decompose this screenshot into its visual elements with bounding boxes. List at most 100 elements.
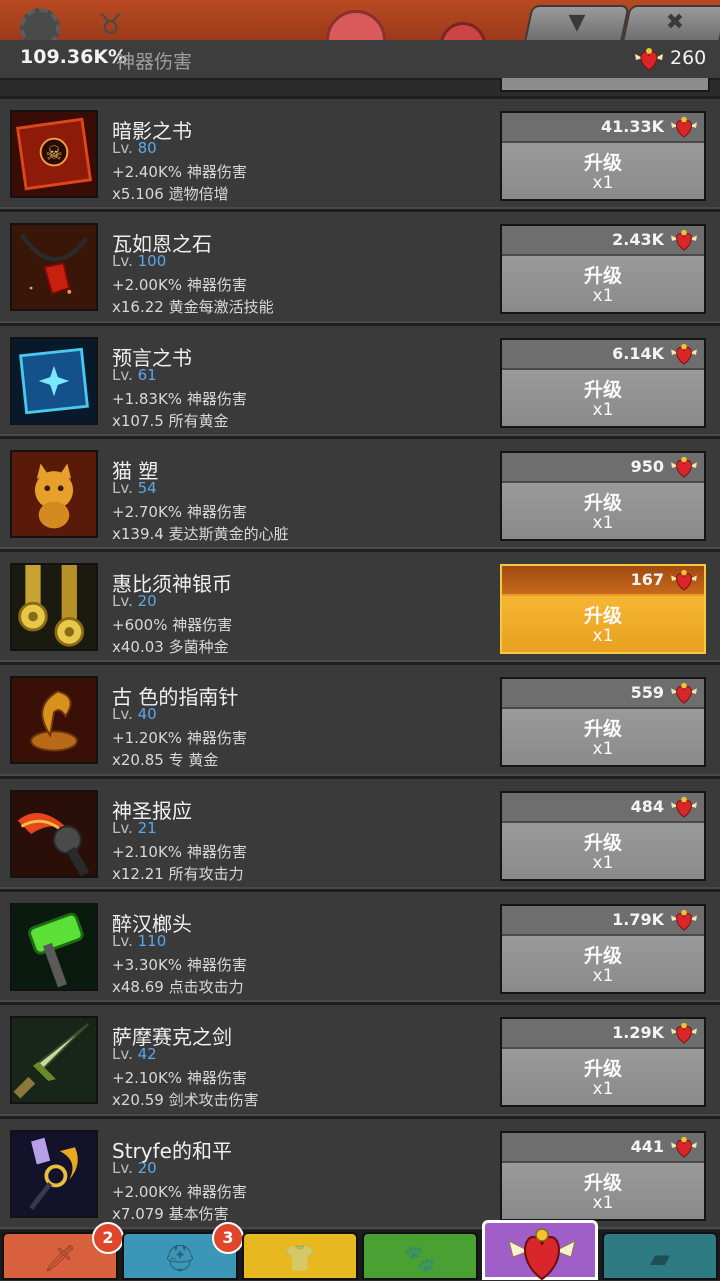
artifact-level: Lv. 61: [112, 366, 157, 384]
horned-helmet-icon[interactable]: ♉: [98, 10, 148, 40]
level-number: 80: [137, 139, 157, 157]
artifact-effect: x20.85 专 黄金: [112, 751, 219, 770]
upgrade-cost: 167: [502, 566, 704, 597]
artifact-row: 醉汉榔头 Lv. 110 +3.30K% 神器伤害 x48.69 点击攻击力 1…: [0, 889, 720, 1003]
upgrade-action: 升级 x1: [502, 369, 704, 426]
winged-heart-icon: [671, 796, 697, 818]
crystal-staff-icon[interactable]: [10, 1129, 98, 1218]
upgrade-label: 升级: [583, 1058, 622, 1081]
cat-statue-icon[interactable]: [10, 449, 98, 538]
upgrade-action: 升级 x1: [502, 256, 704, 313]
artifact-damage-bonus: +3.30K% 神器伤害: [112, 956, 247, 975]
tab-artifacts[interactable]: [482, 1220, 598, 1281]
upgrade-cost: 441: [502, 1132, 704, 1163]
upgrade-button[interactable]: 1.29K 升级 x1: [500, 1017, 706, 1108]
book-of-shadows-icon[interactable]: ☠: [10, 110, 98, 198]
artifact-row: 神圣报应 Lv. 21 +2.10K% 神器伤害 x12.21 所有攻击力 48…: [0, 775, 720, 890]
artifact-damage-bonus: +2.00K% 神器伤害: [112, 1182, 247, 1201]
pet-icon: 🐾: [403, 1244, 437, 1274]
upgrade-label: 升级: [583, 152, 622, 174]
upgrade-label: 升级: [583, 605, 622, 628]
upgrade-cost-value: 1.29K: [612, 1023, 664, 1043]
upgrade-label: 升级: [583, 718, 622, 741]
notification-badge: 3: [212, 1222, 244, 1254]
upgrade-action: 升级 x1: [502, 709, 704, 766]
artifact-effect: x20.59 剑术攻击伤害: [112, 1091, 259, 1110]
upgrade-button[interactable]: 167 升级 x1: [500, 564, 706, 655]
level-number: 61: [137, 365, 157, 384]
upgrade-label: 升级: [583, 945, 622, 968]
red-stone-necklace-icon[interactable]: [10, 223, 98, 312]
winged-heart-icon: [508, 1228, 576, 1281]
upgrade-button[interactable]: 950 升级 x1: [500, 450, 706, 541]
artifact-effect: x12.21 所有攻击力: [112, 864, 244, 883]
relic-count: 260: [670, 47, 707, 69]
level-number: 100: [137, 252, 167, 271]
artifact-list: ☠ 暗影之书 Lv. 80 +2.40K% 神器伤害 x5.106 遗物倍增 4…: [0, 96, 720, 1229]
upgrade-cost: 950: [502, 452, 704, 483]
flaming-mace-icon[interactable]: [10, 789, 98, 878]
upgrade-cost-value: 41.33K: [600, 117, 664, 136]
artifact-level: Lv. 20: [112, 592, 157, 610]
green-hammer-icon[interactable]: [10, 903, 98, 992]
upgrade-button[interactable]: 41.33K 升级 x1: [500, 111, 706, 201]
upgrade-cost: 41.33K: [502, 113, 704, 143]
collapse-panel-button[interactable]: ▼: [524, 5, 630, 40]
upgrade-multiplier: x1: [592, 173, 614, 193]
upgrade-button[interactable]: 1.79K 升级 x1: [500, 904, 706, 995]
artifact-header: 109.36K% 神器伤害 260: [0, 40, 720, 80]
upgrade-button[interactable]: 559 升级 x1: [500, 677, 706, 768]
artifact-level: Lv. 21: [112, 819, 157, 837]
level-number: 40: [137, 705, 157, 724]
upgrade-button[interactable]: 6.14K 升级 x1: [500, 337, 706, 428]
level-prefix: Lv.: [112, 592, 133, 611]
tab-heroes[interactable]: ⛑ 3: [122, 1222, 244, 1280]
artifact-effect: x40.03 多菌种金: [112, 638, 229, 657]
close-panel-button[interactable]: ✖: [622, 5, 720, 40]
green-sword-icon[interactable]: [10, 1016, 98, 1105]
upgrade-label: 升级: [583, 378, 622, 401]
upgrade-label: 升级: [583, 491, 622, 514]
upgrade-cost: 484: [502, 792, 704, 823]
artifact-row: 瓦如恩之石 Lv. 100 +2.00K% 神器伤害 x16.22 黄金每激活技…: [0, 209, 720, 323]
winged-compass-icon[interactable]: [10, 676, 98, 765]
artifact-row: ☠ 暗影之书 Lv. 80 +2.40K% 神器伤害 x5.106 遗物倍增 4…: [0, 96, 720, 210]
artifact-effect: x7.079 基本伤害: [112, 1204, 229, 1223]
artifact-effect: x16.22 黄金每激活技能: [112, 298, 274, 317]
red-orb-icon: [440, 22, 486, 40]
artifact-damage-bonus: +2.10K% 神器伤害: [112, 1069, 247, 1088]
winged-heart-icon: [635, 48, 663, 71]
upgrade-label: 升级: [583, 831, 622, 854]
total-artifact-damage-label: 神器伤害: [116, 51, 193, 73]
artifact-level: Lv. 110: [112, 932, 166, 950]
artifact-level: Lv. 20: [112, 1159, 157, 1177]
total-artifact-damage-value: 109.36K%: [20, 46, 128, 68]
upgrade-button[interactable]: 484 升级 x1: [500, 790, 706, 881]
book-of-prophecy-icon[interactable]: [10, 336, 98, 425]
level-number: 54: [137, 478, 157, 497]
tab-sword[interactable]: 🗡 2: [2, 1222, 124, 1280]
upgrade-multiplier: x1: [592, 1079, 614, 1100]
tab-pets[interactable]: 🐾: [362, 1232, 478, 1280]
level-number: 110: [137, 932, 167, 951]
gear-icon[interactable]: [20, 8, 60, 40]
upgrade-cost-value: 950: [630, 456, 664, 476]
level-prefix: Lv.: [112, 932, 133, 951]
upgrade-button[interactable]: 441 升级 x1: [500, 1130, 706, 1221]
artifact-effect: x139.4 麦达斯黄金的心脏: [112, 524, 289, 543]
artifact-effect: x5.106 遗物倍增: [112, 185, 229, 203]
upgrade-multiplier: x1: [592, 399, 614, 420]
notification-badge: 2: [92, 1222, 124, 1254]
tab-shop[interactable]: ▰: [602, 1232, 718, 1280]
artifact-damage-bonus: +1.20K% 神器伤害: [112, 729, 247, 748]
tab-equipment[interactable]: 👕: [242, 1232, 358, 1280]
artifact-level: Lv. 100: [112, 252, 166, 270]
artifact-damage-bonus: +2.40K% 神器伤害: [112, 163, 247, 181]
upgrade-cost: 1.79K: [502, 906, 704, 937]
upgrade-multiplier: x1: [592, 626, 614, 647]
upgrade-button[interactable]: 2.43K 升级 x1: [500, 224, 706, 315]
level-number: 21: [137, 818, 157, 837]
artifact-damage-bonus: +1.83K% 神器伤害: [112, 389, 247, 408]
level-prefix: Lv.: [112, 478, 133, 497]
gold-coins-icon[interactable]: [10, 563, 98, 652]
